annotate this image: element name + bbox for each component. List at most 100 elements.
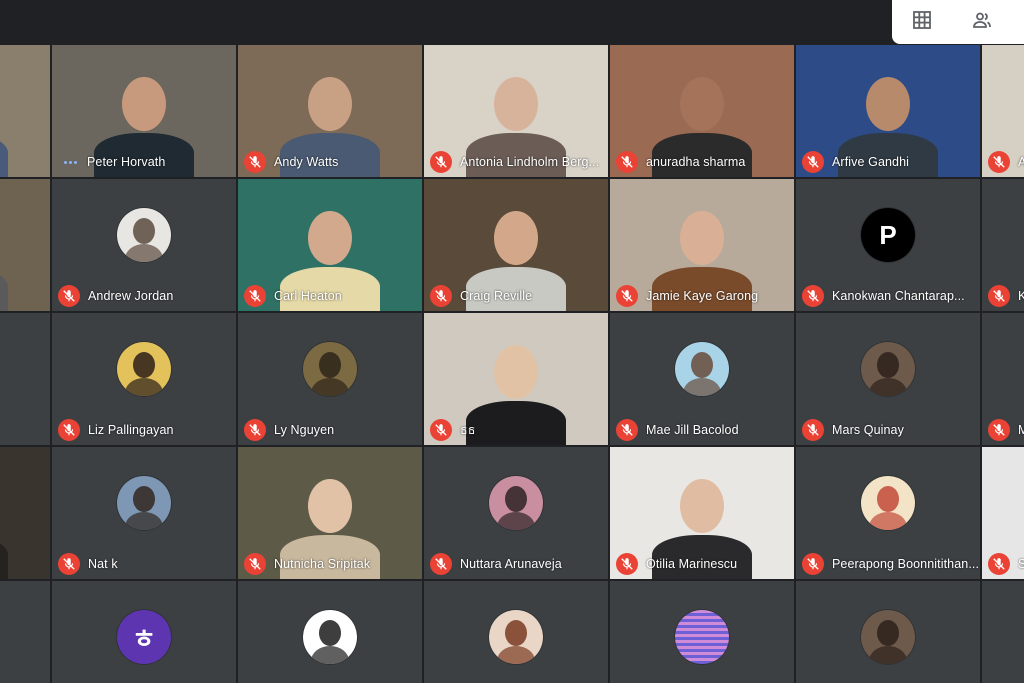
- participant-tile[interactable]: [0, 179, 50, 311]
- mic-muted-icon: [988, 285, 1010, 307]
- participant-tile[interactable]: Nat k: [52, 447, 236, 579]
- participant-tile[interactable]: Peerapong Boonnitithan...: [796, 447, 980, 579]
- participant-avatar: ㅎ: [117, 610, 171, 664]
- mic-muted-icon: [244, 285, 266, 307]
- participant-name: Craig Reville: [460, 289, 533, 303]
- participant-nameplate: Mars Quinay: [802, 419, 904, 441]
- participant-tile[interactable]: Jamie Kaye Garong: [610, 179, 794, 311]
- mic-muted-icon: [802, 151, 824, 173]
- participant-avatar: [675, 342, 729, 396]
- participant-name: Ma: [1018, 423, 1024, 437]
- participant-nameplate: Jamie Kaye Garong: [616, 285, 758, 307]
- participant-nameplate: Arfive Gandhi: [802, 151, 909, 173]
- participant-tile[interactable]: [0, 447, 50, 579]
- participant-name: Peter Horvath: [87, 155, 166, 169]
- participant-tile[interactable]: Otilia Marinescu: [610, 447, 794, 579]
- participant-tile[interactable]: Sh: [982, 447, 1024, 579]
- participant-video: [0, 67, 13, 177]
- speaking-indicator-icon: [64, 160, 77, 164]
- participant-tile[interactable]: [424, 581, 608, 683]
- participant-name: anuradha sharma: [646, 155, 746, 169]
- participant-name: Otilia Marinescu: [646, 557, 738, 571]
- participant-tile[interactable]: Ma: [982, 313, 1024, 445]
- participant-name: Carl Heaton: [274, 289, 342, 303]
- participant-name: Mars Quinay: [832, 423, 904, 437]
- mic-muted-icon: [430, 419, 452, 441]
- mic-muted-icon: [244, 419, 266, 441]
- participant-tile[interactable]: ㅎ: [52, 581, 236, 683]
- participant-nameplate: Peerapong Boonnitithan...: [802, 553, 979, 575]
- participant-tile[interactable]: [0, 45, 50, 177]
- mic-muted-icon: [58, 553, 80, 575]
- participant-name: Mae Jill Bacolod: [646, 423, 739, 437]
- mic-muted-icon: [616, 151, 638, 173]
- participant-tile[interactable]: Peter Horvath: [52, 45, 236, 177]
- participant-tile[interactable]: Craig Reville: [424, 179, 608, 311]
- participant-tile[interactable]: [238, 581, 422, 683]
- participant-name: As: [1018, 155, 1024, 169]
- participant-name: Kanokwan Chantarap...: [832, 289, 965, 303]
- participant-tile[interactable]: Andrew Jordan: [52, 179, 236, 311]
- participant-tile[interactable]: [610, 581, 794, 683]
- mic-muted-icon: [988, 419, 1010, 441]
- participant-avatar: [861, 610, 915, 664]
- mic-muted-icon: [430, 151, 452, 173]
- mic-muted-icon: [616, 553, 638, 575]
- participant-grid: Peter Horvath Andy Watts Antonia Lindholm …: [0, 0, 1024, 683]
- mic-muted-icon: [244, 553, 266, 575]
- participant-nameplate: ธธ: [430, 419, 475, 441]
- mic-muted-icon: [802, 419, 824, 441]
- participant-nameplate: Nat k: [58, 553, 118, 575]
- mic-muted-icon: [802, 553, 824, 575]
- participant-tile[interactable]: Nutnicha Sripitak: [238, 447, 422, 579]
- participant-avatar: [489, 476, 543, 530]
- participant-avatar: P: [861, 208, 915, 262]
- participant-tile[interactable]: Liz Pallingayan: [52, 313, 236, 445]
- grid-view-button[interactable]: [892, 0, 952, 44]
- participant-name: Nutnicha Sripitak: [274, 557, 371, 571]
- participant-nameplate: anuradha sharma: [616, 151, 745, 173]
- participant-tile[interactable]: Nuttara Arunaveja: [424, 447, 608, 579]
- participant-tile[interactable]: Ly Nguyen: [238, 313, 422, 445]
- mic-muted-icon: [988, 553, 1010, 575]
- participant-tile[interactable]: Mae Jill Bacolod: [610, 313, 794, 445]
- participant-tile[interactable]: [982, 581, 1024, 683]
- participant-video: [461, 335, 571, 445]
- mic-muted-icon: [58, 419, 80, 441]
- participant-tile[interactable]: Antonia Lindholm Berg...: [424, 45, 608, 177]
- participant-name: Sh: [1018, 557, 1024, 571]
- participant-tile[interactable]: Kra: [982, 179, 1024, 311]
- participant-tile[interactable]: Andy Watts: [238, 45, 422, 177]
- participant-nameplate: Antonia Lindholm Berg...: [430, 151, 599, 173]
- participant-avatar: [861, 476, 915, 530]
- participant-nameplate: Craig Reville: [430, 285, 532, 307]
- participant-nameplate: Sh: [988, 553, 1024, 575]
- participant-name: Andy Watts: [274, 155, 339, 169]
- participant-nameplate: Nutnicha Sripitak: [244, 553, 370, 575]
- participant-tile[interactable]: Carl Heaton: [238, 179, 422, 311]
- participant-tile[interactable]: Mars Quinay: [796, 313, 980, 445]
- participant-tile[interactable]: [0, 581, 50, 683]
- participant-tile[interactable]: ธธ: [424, 313, 608, 445]
- participant-nameplate: Otilia Marinescu: [616, 553, 737, 575]
- participant-tile[interactable]: [0, 313, 50, 445]
- participant-tile[interactable]: Arfive Gandhi: [796, 45, 980, 177]
- participant-tile[interactable]: P Kanokwan Chantarap...: [796, 179, 980, 311]
- mic-muted-icon: [430, 285, 452, 307]
- participant-name: Nuttara Arunaveja: [460, 557, 562, 571]
- mic-muted-icon: [616, 419, 638, 441]
- participant-avatar: [117, 476, 171, 530]
- participant-tile[interactable]: As: [982, 45, 1024, 177]
- participant-tile[interactable]: [796, 581, 980, 683]
- participant-nameplate: Peter Horvath: [58, 151, 165, 173]
- avatar-initial: ㅎ: [132, 623, 156, 654]
- mic-muted-icon: [616, 285, 638, 307]
- participant-name: Kra: [1018, 289, 1024, 303]
- participant-name: ธธ: [460, 423, 476, 437]
- participant-tile[interactable]: anuradha sharma: [610, 45, 794, 177]
- people-button[interactable]: [952, 0, 1012, 44]
- participant-nameplate: Ly Nguyen: [244, 419, 334, 441]
- participant-nameplate: Liz Pallingayan: [58, 419, 174, 441]
- grid-icon: [912, 10, 932, 35]
- participant-name: Arfive Gandhi: [832, 155, 910, 169]
